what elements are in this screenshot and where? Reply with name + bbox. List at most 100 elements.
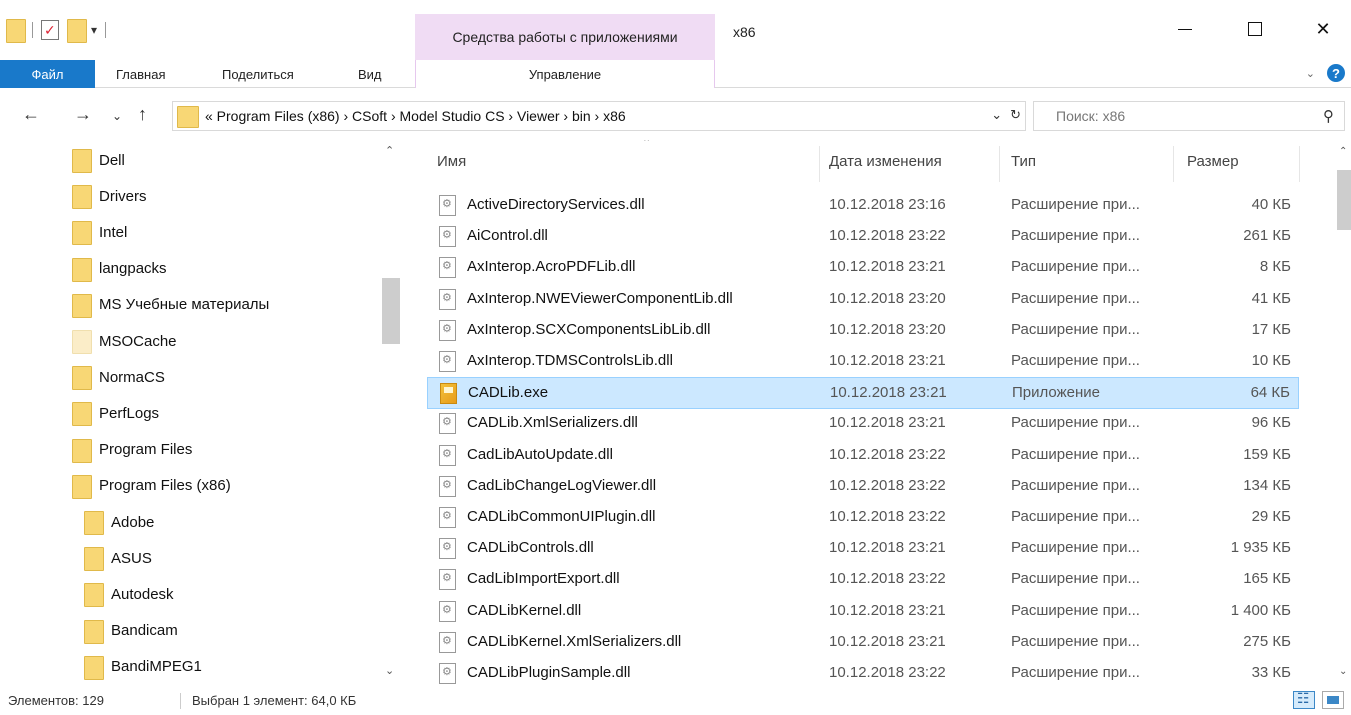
file-row[interactable]: CadLibImportExport.dll 10.12.2018 23:22 Ра… — [427, 564, 1299, 596]
breadcrumb[interactable]: « Program Files (x86) › CSoft › Model St… — [205, 108, 626, 124]
tree-item[interactable]: Dell — [72, 142, 125, 178]
column-header-size[interactable]: Размер — [1187, 140, 1239, 182]
back-arrow-icon[interactable]: ← — [22, 104, 40, 125]
help-icon[interactable]: ? — [1327, 64, 1345, 82]
tab-share[interactable]: Поделиться — [222, 60, 294, 88]
column-header-date[interactable]: Дата изменения — [829, 140, 942, 182]
maximize-icon — [1248, 22, 1262, 36]
recent-locations-chevron-icon[interactable]: ⌄ — [112, 109, 122, 123]
column-divider[interactable] — [999, 146, 1000, 182]
file-row[interactable]: AxInterop.SCXComponentsLibLib.dll 10.12.2… — [427, 315, 1299, 347]
file-row[interactable]: CADLib.XmlSerializers.dll 10.12.2018 23:2… — [427, 408, 1299, 440]
file-name: CADLib.XmlSerializers.dll — [467, 414, 638, 432]
column-header-name[interactable]: Имя — [437, 140, 466, 182]
tree-item-label: Autodesk — [111, 585, 174, 603]
file-size: 159 КБ — [1243, 445, 1291, 463]
file-list-scrollbar[interactable]: ⌃ ⌄ — [1337, 140, 1351, 685]
file-name: CadLibChangeLogViewer.dll — [467, 476, 657, 494]
close-button[interactable]: ✕ — [1300, 14, 1346, 44]
tree-item[interactable]: ASUS — [84, 540, 152, 576]
file-row[interactable]: CADLibControls.dll 10.12.2018 23:21 Расшир… — [427, 533, 1299, 565]
tree-item-label: Dell — [99, 151, 125, 169]
minimize-button[interactable] — [1162, 14, 1208, 44]
column-divider[interactable] — [1173, 146, 1174, 182]
file-row[interactable]: AxInterop.NWEViewerComponentLib.dll 10.12… — [427, 284, 1299, 316]
tree-item[interactable]: Intel — [72, 214, 127, 250]
expand-ribbon-chevron-icon[interactable]: ⌄ — [1306, 67, 1315, 80]
large-icons-view-button[interactable] — [1322, 691, 1344, 709]
dll-icon — [439, 319, 456, 341]
file-size: 41 КБ — [1251, 289, 1291, 307]
file-row[interactable]: CADLib.exe 10.12.2018 23:21 Приложение 64 К… — [427, 377, 1299, 410]
tree-item[interactable]: Bandicam — [84, 613, 178, 649]
refresh-icon[interactable]: ↻ — [1010, 107, 1021, 123]
file-row[interactable]: ActiveDirectoryServices.dll 10.12.2018 23… — [427, 190, 1299, 222]
folder-icon — [72, 438, 92, 463]
column-divider[interactable] — [1299, 146, 1300, 182]
column-header-type[interactable]: Тип — [1011, 140, 1036, 182]
file-date: 10.12.2018 23:16 — [829, 196, 946, 213]
scroll-down-icon[interactable]: ⌄ — [385, 664, 394, 677]
search-icon[interactable]: ⚲ — [1323, 107, 1334, 125]
tree-item-label: Intel — [99, 223, 128, 241]
scroll-up-icon[interactable]: ⌃ — [385, 144, 394, 157]
file-type: Расширение при... — [1011, 414, 1140, 432]
toolbar-divider — [32, 22, 33, 38]
file-size: 33 КБ — [1251, 664, 1291, 681]
tab-file[interactable]: Файл — [0, 60, 95, 88]
column-divider[interactable] — [819, 146, 820, 182]
tree-item[interactable]: PerfLogs — [72, 395, 159, 431]
file-row[interactable]: AxInterop.AcroPDFLib.dll 10.12.2018 23:21… — [427, 252, 1299, 284]
file-date: 10.12.2018 23:22 — [829, 445, 946, 463]
tree-item[interactable]: Autodesk — [84, 576, 174, 612]
folder-icon — [72, 402, 92, 427]
tree-item[interactable]: MSOCache — [72, 323, 177, 359]
file-row[interactable]: AiControl.dll 10.12.2018 23:22 Расширение … — [427, 221, 1299, 253]
tree-item[interactable]: Drivers — [72, 178, 147, 214]
tree-item-label: Program Files (x86) — [99, 477, 231, 495]
tree-item[interactable]: NormaCS — [72, 359, 165, 395]
tree-item[interactable]: MS Учебные материалы — [72, 287, 269, 323]
file-row[interactable]: CADLibKernel.dll 10.12.2018 23:21 Расширен… — [427, 596, 1299, 628]
folder-icon — [84, 547, 104, 572]
dll-icon — [439, 507, 456, 528]
tree-item[interactable]: BandiMPEG1 — [84, 649, 202, 685]
customize-toolbar-dropdown-icon[interactable]: ▾ — [91, 23, 97, 37]
forward-arrow-icon[interactable]: → — [74, 104, 92, 125]
up-arrow-icon[interactable]: ↑ — [138, 104, 147, 125]
navigation-pane: Dell Drivers Intel langpacks MS Учебные мате… — [0, 140, 407, 685]
scroll-thumb[interactable] — [1337, 170, 1351, 230]
tree-item[interactable]: Adobe — [84, 504, 154, 540]
file-row[interactable]: CadLibChangeLogViewer.dll 10.12.2018 23:2… — [427, 471, 1299, 503]
file-size: 96 КБ — [1251, 414, 1291, 432]
status-divider — [180, 693, 181, 709]
address-history-chevron-icon[interactable]: ⌄ — [991, 107, 1002, 123]
address-bar[interactable]: « Program Files (x86) › CSoft › Model St… — [172, 101, 1026, 131]
file-row[interactable]: CadLibAutoUpdate.dll 10.12.2018 23:22 Расш… — [427, 440, 1299, 472]
tab-view[interactable]: Вид — [358, 60, 382, 88]
file-row[interactable]: CADLibCommonUIPlugin.dll 10.12.2018 23:22… — [427, 502, 1299, 534]
new-folder-icon[interactable] — [67, 19, 87, 43]
search-input[interactable]: Поиск: x86 ⚲ — [1033, 101, 1345, 131]
properties-icon[interactable] — [41, 20, 59, 40]
folder-icon[interactable] — [6, 19, 26, 43]
scroll-down-icon[interactable]: ⌄ — [1339, 666, 1347, 677]
file-row[interactable]: AxInterop.TDMSControlsLib.dll 10.12.2018 … — [427, 346, 1299, 378]
tree-item[interactable]: langpacks — [72, 251, 167, 287]
navigation-scrollbar[interactable]: ⌃ ⌄ — [380, 140, 402, 685]
file-size: 261 КБ — [1243, 227, 1291, 245]
scroll-thumb[interactable] — [382, 278, 400, 344]
details-view-button[interactable] — [1293, 690, 1315, 709]
tab-manage[interactable]: Управление — [415, 60, 715, 88]
file-type: Расширение при... — [1011, 320, 1140, 338]
file-row[interactable]: CADLibKernel.XmlSerializers.dll 10.12.201… — [427, 627, 1299, 659]
tree-item[interactable]: Program Files (x86) — [72, 468, 231, 504]
tree-item[interactable]: Program Files — [72, 432, 192, 468]
file-row[interactable]: CADLibPluginSample.dll 10.12.2018 23:22 Ра… — [427, 658, 1299, 685]
maximize-button[interactable] — [1232, 14, 1278, 44]
file-size: 29 КБ — [1251, 508, 1291, 525]
tab-home[interactable]: Главная — [116, 60, 165, 88]
file-name: AxInterop.SCXComponentsLibLib.dll — [467, 320, 711, 338]
scroll-up-icon[interactable]: ⌃ — [1339, 146, 1347, 157]
file-date: 10.12.2018 23:21 — [829, 539, 946, 557]
